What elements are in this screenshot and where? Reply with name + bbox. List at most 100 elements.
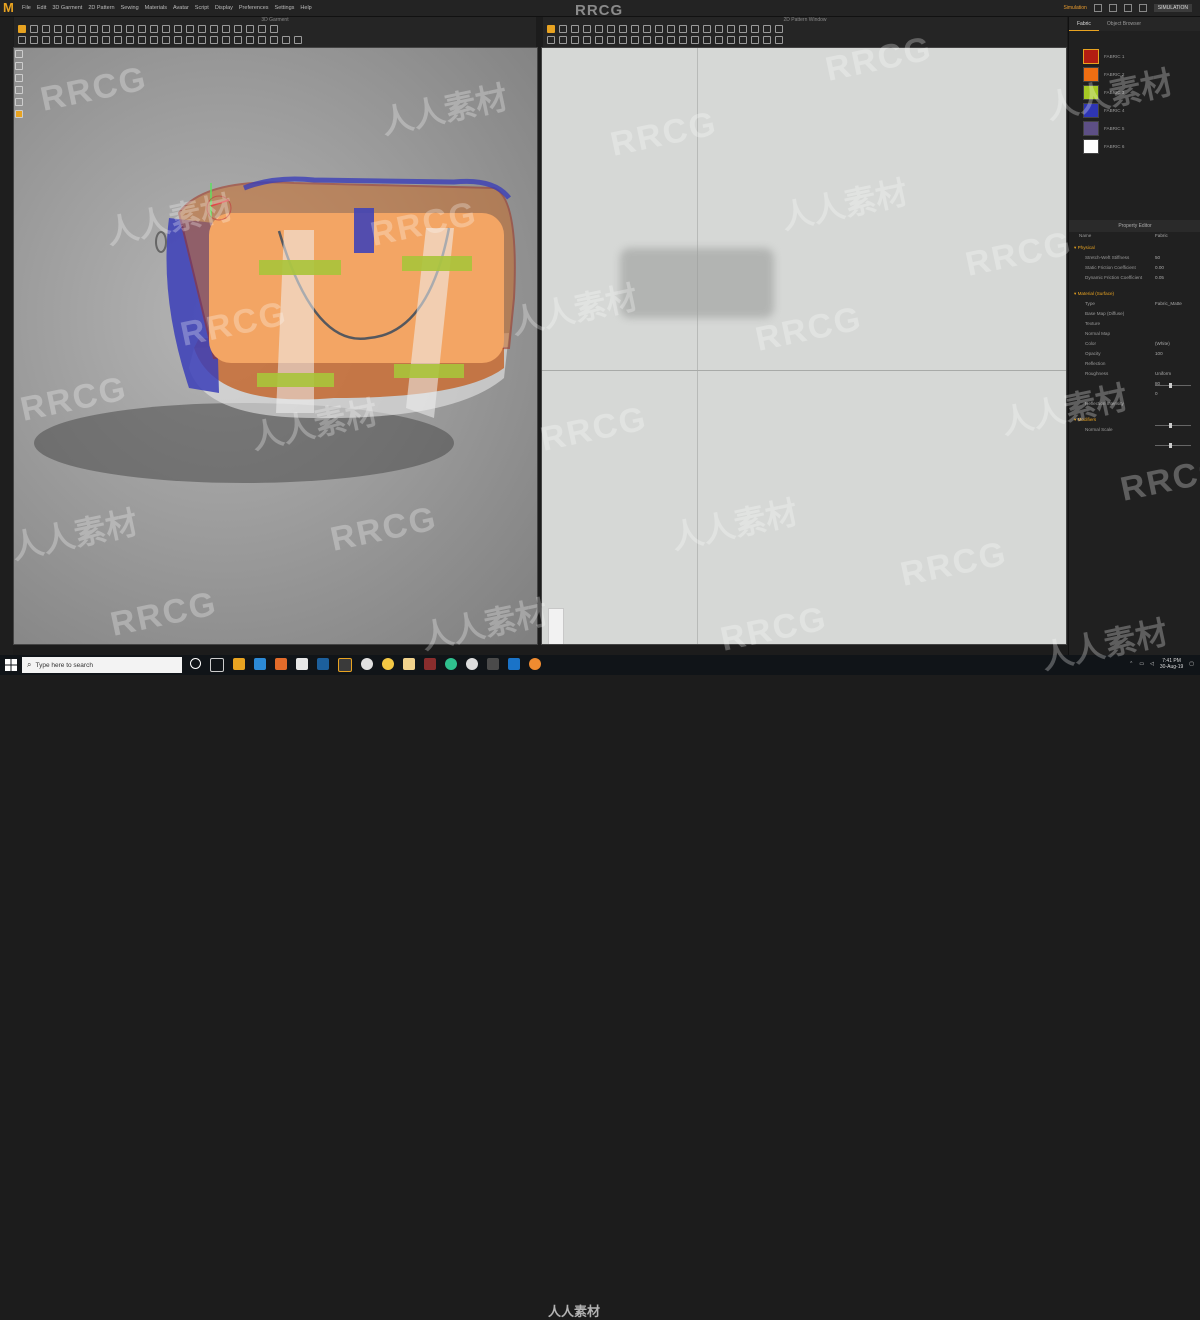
app-logo-icon[interactable]: M [3,1,17,15]
toolbar-tool-icon[interactable] [607,25,615,33]
toolbar-tool-icon[interactable] [246,36,254,44]
app-icon-10[interactable] [508,658,520,670]
toolbar-tool-icon[interactable] [643,36,651,44]
toolbar-tool-icon[interactable] [162,36,170,44]
toolbar-tool-icon[interactable] [102,36,110,44]
toolbar-tool-icon[interactable] [667,36,675,44]
toolbar-tool-icon[interactable] [138,36,146,44]
toolbar-tool-icon[interactable] [631,36,639,44]
toolbar-tool-icon[interactable] [210,36,218,44]
app-icon-5[interactable] [361,658,373,670]
fabric-item[interactable]: FABRIC 1 [1083,49,1193,64]
garment-display-icon[interactable] [15,62,23,70]
toolbar-tool-icon[interactable] [667,25,675,33]
menu-display[interactable]: Display [215,0,233,16]
app-icon-6[interactable] [424,658,436,670]
toolbar-tool-icon[interactable] [138,25,146,33]
toolbar-tool-icon[interactable] [222,36,230,44]
property-slider[interactable] [1155,383,1191,388]
property-section-header[interactable]: ▾ Material (Surface) [1074,291,1114,297]
pattern-piece-small[interactable] [548,608,564,644]
avatar-icon[interactable] [15,110,23,118]
menu-script[interactable]: Script [195,0,209,16]
texture-display-icon[interactable] [15,86,23,94]
toolbar-tool-icon[interactable] [198,36,206,44]
toolbar-tool-icon[interactable] [691,36,699,44]
toolbar-tool-icon[interactable] [631,25,639,33]
toolbar-tool-icon[interactable] [547,36,555,44]
toolbar-tool-icon[interactable] [258,36,266,44]
toolbar-tool-icon[interactable] [739,36,747,44]
mesh-display-icon[interactable] [15,98,23,106]
menu-avatar[interactable]: Avatar [173,0,189,16]
toolbar-tool-icon[interactable] [655,25,663,33]
menu-3d-garment[interactable]: 3D Garment [52,0,82,16]
toolbar-tool-icon[interactable] [90,25,98,33]
toolbar-tool-icon[interactable] [655,36,663,44]
toolbar-tool-icon[interactable] [66,25,74,33]
menu-preferences[interactable]: Preferences [239,0,269,16]
toolbar-tool-icon[interactable] [583,25,591,33]
tab-fabric[interactable]: Fabric [1069,17,1099,31]
toolbar-tool-icon[interactable] [703,25,711,33]
toolbar-tool-icon[interactable] [150,36,158,44]
toolbar-tool-icon[interactable] [162,25,170,33]
toolbar-tool-icon[interactable] [30,25,38,33]
settings-icon[interactable] [1093,4,1102,12]
toolbar-tool-icon[interactable] [775,25,783,33]
toolbar-tool-icon[interactable] [679,36,687,44]
tab-object-browser[interactable]: Object Browser [1099,17,1149,31]
menu-settings[interactable]: Settings [275,0,295,16]
pose-icon[interactable] [15,74,23,82]
toolbar-tool-icon[interactable] [258,25,266,33]
toolbar-tool-icon[interactable] [18,36,26,44]
toolbar-tool-icon[interactable] [114,36,122,44]
toolbar-tool-icon[interactable] [222,25,230,33]
toolbar-tool-icon[interactable] [571,36,579,44]
network-icon[interactable]: ▭ [1139,661,1144,667]
toolbar-tool-icon[interactable] [775,36,783,44]
fabric-swatch[interactable] [1083,85,1099,100]
toolbar-tool-icon[interactable] [126,36,134,44]
property-value[interactable]: 0.05 [1155,275,1164,280]
toolbar-tool-icon[interactable] [30,36,38,44]
toolbar-tool-icon[interactable] [679,25,687,33]
toolbar-tool-icon[interactable] [234,25,242,33]
fabric-swatch[interactable] [1083,67,1099,82]
toolbar-tool-icon[interactable] [186,25,194,33]
notification-icon[interactable]: ▢ [1189,661,1194,667]
toolbar-tool-icon[interactable] [571,25,579,33]
toolbar-tool-icon[interactable] [751,25,759,33]
fabric-swatch[interactable] [1083,139,1099,154]
toolbar-tool-icon[interactable] [619,36,627,44]
menu-sewing[interactable]: Sewing [121,0,139,16]
property-section-header[interactable]: ▾ Physical [1074,245,1095,251]
capture-icon[interactable] [1138,4,1147,12]
toolbar-tool-icon[interactable] [102,25,110,33]
app-icon-1[interactable] [233,658,245,670]
toolbar-tool-icon[interactable] [739,25,747,33]
marvelous-designer-icon[interactable] [338,658,352,672]
toolbar-tool-icon[interactable] [234,36,242,44]
toolbar-tool-icon[interactable] [559,36,567,44]
toolbar-tool-icon[interactable] [763,25,771,33]
file-explorer-icon[interactable] [403,658,415,670]
slider-handle[interactable] [1169,383,1172,388]
app-icon-8[interactable] [466,658,478,670]
fabric-item[interactable]: FABRIC 4 [1083,103,1193,118]
slider-handle[interactable] [1169,443,1172,448]
toolbar-tool-icon[interactable] [595,36,603,44]
toolbar-tool-icon[interactable] [54,36,62,44]
property-value[interactable]: 0 [1155,391,1158,396]
property-name-value[interactable]: Fabric [1155,233,1168,238]
fabric-item[interactable]: FABRIC 3 [1083,85,1193,100]
avatar-display-icon[interactable] [15,50,23,58]
toolbar-tool-icon[interactable] [210,25,218,33]
toolbar-tool-icon[interactable] [246,25,254,33]
user-label[interactable]: Simulation [1063,5,1086,11]
toolbar-tool-icon[interactable] [66,36,74,44]
task-view-icon[interactable] [210,658,224,672]
simulation-mode-button[interactable]: SIMULATION [1153,4,1192,12]
toolbar-tool-icon[interactable] [607,36,615,44]
toolbar-tool-icon[interactable] [727,36,735,44]
